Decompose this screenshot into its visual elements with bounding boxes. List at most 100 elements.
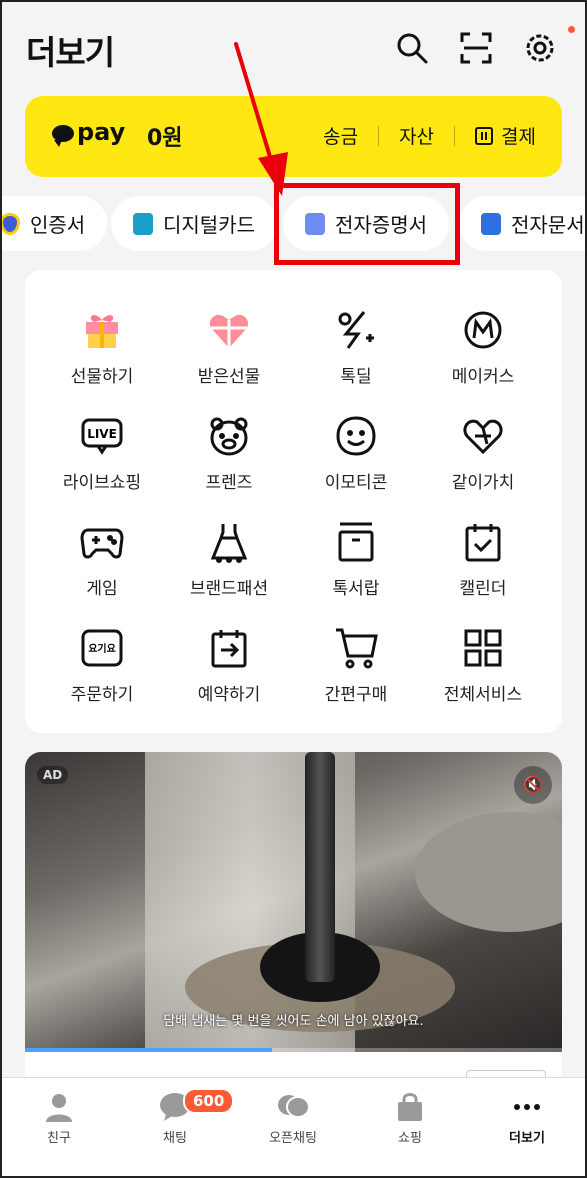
service-friends[interactable]: 프렌즈 xyxy=(162,414,296,493)
scan-icon[interactable] xyxy=(458,30,494,66)
service-brand-fashion[interactable]: 브랜드패션 xyxy=(162,520,296,599)
service-label: 톡서랍 xyxy=(332,579,380,599)
ad-pan xyxy=(415,812,562,932)
certificate-shield-icon xyxy=(0,212,20,235)
service-makers[interactable]: 메이커스 xyxy=(416,308,550,387)
divider xyxy=(378,125,380,146)
service-gift[interactable]: 선물하기 xyxy=(35,308,169,387)
service-label: 브랜드패션 xyxy=(189,579,269,599)
service-label: 라이브쇼핑 xyxy=(62,473,142,493)
divider xyxy=(454,125,456,146)
dress-icon xyxy=(207,520,251,564)
service-reservation[interactable]: 예약하기 xyxy=(162,626,296,705)
service-label: 게임 xyxy=(86,579,118,599)
friends-bear-icon xyxy=(207,414,251,458)
service-label: 톡딜 xyxy=(340,367,372,387)
service-grid: 선물하기 받은선물 톡딜 메이커스 LIVE 라이브쇼핑 프렌즈 이모티콘 같이… xyxy=(25,270,562,733)
chip-label: 전자문서 xyxy=(511,213,585,237)
service-label: 이모티콘 xyxy=(324,473,388,493)
notification-dot xyxy=(568,26,575,33)
nav-label: 더보기 xyxy=(509,1131,545,1146)
nav-more[interactable]: 더보기 xyxy=(477,1092,577,1146)
nav-label: 쇼핑 xyxy=(398,1131,422,1146)
barcode-icon xyxy=(475,127,494,145)
service-label: 선물하기 xyxy=(70,367,134,387)
payment-label: 결제 xyxy=(501,126,536,148)
more-dots-icon xyxy=(510,1092,544,1122)
service-order[interactable]: 요기요 주문하기 xyxy=(35,626,169,705)
service-label: 받은선물 xyxy=(197,367,261,387)
calendar-check-icon xyxy=(461,520,505,564)
service-label: 프렌즈 xyxy=(205,473,253,493)
emoticon-smile-icon xyxy=(334,414,378,458)
transfer-button[interactable]: 송금 xyxy=(323,122,358,149)
chip-label: 인증서 xyxy=(30,213,86,237)
e-document-icon xyxy=(481,212,501,235)
service-calendar[interactable]: 캘린더 xyxy=(416,520,550,599)
service-live-shopping[interactable]: LIVE 라이브쇼핑 xyxy=(35,414,169,493)
nav-friends[interactable]: 친구 xyxy=(9,1092,109,1146)
live-tv-icon: LIVE xyxy=(80,414,124,458)
yogiyo-icon-text: 요기요 xyxy=(88,642,116,655)
search-icon[interactable] xyxy=(394,30,430,66)
page-title: 더보기 xyxy=(26,33,115,72)
pay-links: 송금 자산 결제 xyxy=(323,122,536,149)
chat-count-badge: 600 xyxy=(183,1088,235,1114)
annotation-arrow xyxy=(234,42,288,196)
service-label: 주문하기 xyxy=(70,685,134,705)
service-talk-drawer[interactable]: 톡서랍 xyxy=(289,520,423,599)
yogiyo-icon: 요기요 xyxy=(80,626,124,670)
service-label: 캘린더 xyxy=(459,579,507,599)
nav-chats[interactable]: 600 채팅 xyxy=(125,1088,235,1146)
grid-icon xyxy=(461,626,505,670)
drawer-icon xyxy=(334,520,378,564)
service-all[interactable]: 전체서비스 xyxy=(416,626,550,705)
ad-video[interactable]: AD 🔇 담배 냄새는 몇 번을 씻어도 손에 남아 있잖아요. xyxy=(25,752,562,1052)
together-heart-icon xyxy=(461,414,505,458)
gamepad-icon xyxy=(80,520,124,564)
service-emoticon[interactable]: 이모티콘 xyxy=(289,414,423,493)
service-game[interactable]: 게임 xyxy=(35,520,169,599)
assets-button[interactable]: 자산 xyxy=(399,122,434,149)
service-label: 전체서비스 xyxy=(443,685,523,705)
open-chat-icon xyxy=(276,1092,310,1122)
service-label: 같이가치 xyxy=(451,473,515,493)
friends-person-icon xyxy=(42,1092,76,1122)
chip-e-document[interactable]: 전자문서 xyxy=(459,196,587,251)
cart-icon xyxy=(334,626,378,670)
chip-digital-card[interactable]: 디지털카드 xyxy=(111,196,277,251)
payment-button[interactable]: 결제 xyxy=(475,122,536,149)
makers-m-icon xyxy=(461,308,505,352)
ad-badge: AD xyxy=(37,766,69,784)
service-easy-buy[interactable]: 간편구매 xyxy=(289,626,423,705)
gift-box-icon xyxy=(80,308,124,352)
highlight-box xyxy=(274,183,460,265)
shopping-bag-icon xyxy=(393,1092,427,1122)
reservation-icon xyxy=(207,626,251,670)
received-gift-heart-icon xyxy=(207,308,251,352)
chip-certificate[interactable]: 인증서 xyxy=(0,196,108,251)
nav-label: 친구 xyxy=(47,1131,71,1146)
chip-label: 디지털카드 xyxy=(163,213,255,237)
percent-bolt-icon xyxy=(334,308,378,352)
service-label: 메이커스 xyxy=(451,367,515,387)
nav-label: 채팅 xyxy=(163,1131,187,1146)
service-label: 예약하기 xyxy=(197,685,261,705)
service-received-gift[interactable]: 받은선물 xyxy=(162,308,296,387)
mute-icon[interactable]: 🔇 xyxy=(514,766,552,804)
service-talk-deal[interactable]: 톡딜 xyxy=(289,308,423,387)
pay-bubble-icon xyxy=(52,125,74,147)
service-label: 간편구매 xyxy=(324,685,388,705)
live-icon-text: LIVE xyxy=(87,427,117,441)
digital-card-icon xyxy=(133,212,153,235)
nav-shopping[interactable]: 쇼핑 xyxy=(360,1092,460,1146)
nav-label: 오픈채팅 xyxy=(269,1131,317,1146)
ad-subtitle: 담배 냄새는 몇 번을 씻어도 손에 남아 있잖아요. xyxy=(163,1014,424,1029)
service-together-value[interactable]: 같이가치 xyxy=(416,414,550,493)
bottom-nav: 친구 600 채팅 오픈채팅 쇼핑 더보기 xyxy=(0,1077,587,1178)
pay-balance[interactable]: 0원 xyxy=(147,120,183,152)
ad-tongs xyxy=(305,752,335,982)
gear-icon[interactable] xyxy=(522,30,558,66)
nav-open-chat[interactable]: 오픈채팅 xyxy=(243,1092,343,1146)
pay-logo: pay xyxy=(77,118,126,146)
